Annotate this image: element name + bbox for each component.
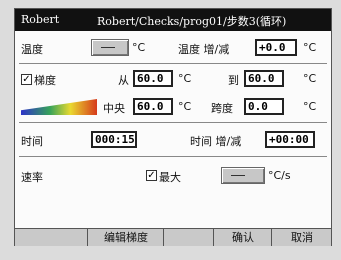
center-label: 中央 xyxy=(103,102,125,115)
gradient-range-row: ✓ 梯度 从 60.0 °C 到 60.0 °C xyxy=(15,65,331,93)
temperature-increment-field[interactable]: +0.0 xyxy=(255,39,297,56)
span-label: 跨度 xyxy=(211,102,233,115)
max-rate-checkbox[interactable]: ✓ xyxy=(146,170,157,181)
gradient-center-row: 中央 60.0 °C 跨度 0.0 °C xyxy=(15,91,331,119)
center-field[interactable]: 60.0 xyxy=(133,98,173,115)
time-row: 时间 000:15 时间 增/减 +00:00 xyxy=(15,125,331,153)
temperature-label: 温度 xyxy=(21,43,43,56)
divider xyxy=(19,122,327,123)
rate-field[interactable] xyxy=(221,167,265,184)
rate-row: 速率 ✓ 最大 °C/s xyxy=(15,160,331,188)
temperature-increment-unit: °C xyxy=(303,41,317,54)
from-field[interactable]: 60.0 xyxy=(133,70,173,87)
center-unit: °C xyxy=(178,100,192,113)
divider xyxy=(19,63,327,64)
from-unit: °C xyxy=(178,72,192,85)
time-increment-field[interactable]: +00:00 xyxy=(265,131,315,148)
rate-unit: °C/s xyxy=(268,169,291,182)
time-field[interactable]: 000:15 xyxy=(91,131,137,148)
time-increment-label: 时间 增/减 xyxy=(190,135,242,148)
program-path: Robert/Checks/prog01/步数3(循环) xyxy=(97,15,287,28)
program-step-screen: Robert Robert/Checks/prog01/步数3(循环) 温度 °… xyxy=(14,8,332,246)
softkey-bar: 编辑梯度 确认 取消 xyxy=(15,228,331,246)
temperature-field[interactable] xyxy=(91,39,129,56)
time-label: 时间 xyxy=(21,135,43,148)
span-field[interactable]: 0.0 xyxy=(244,98,284,115)
title-bar: Robert Robert/Checks/prog01/步数3(循环) xyxy=(15,9,331,31)
temperature-row: 温度 °C 温度 增/减 +0.0 °C xyxy=(15,33,331,61)
from-label: 从 xyxy=(118,74,129,87)
to-label: 到 xyxy=(228,74,239,87)
rate-label: 速率 xyxy=(21,171,43,184)
gradient-label: 梯度 xyxy=(34,74,56,87)
span-unit: °C xyxy=(303,100,317,113)
to-field[interactable]: 60.0 xyxy=(244,70,284,87)
softkey-blank-2[interactable] xyxy=(163,229,214,246)
divider xyxy=(19,156,327,157)
edit-gradient-button[interactable]: 编辑梯度 xyxy=(87,229,164,246)
cancel-button[interactable]: 取消 xyxy=(271,229,332,246)
gradient-color-bar xyxy=(21,99,97,115)
user-name: Robert xyxy=(21,13,60,26)
gradient-checkbox[interactable]: ✓ xyxy=(21,74,32,85)
max-rate-label: 最大 xyxy=(159,171,181,184)
to-unit: °C xyxy=(303,72,317,85)
temperature-unit: °C xyxy=(132,41,146,54)
softkey-blank-1[interactable] xyxy=(15,229,87,246)
confirm-button[interactable]: 确认 xyxy=(213,229,272,246)
temperature-increment-label: 温度 增/减 xyxy=(178,43,230,56)
